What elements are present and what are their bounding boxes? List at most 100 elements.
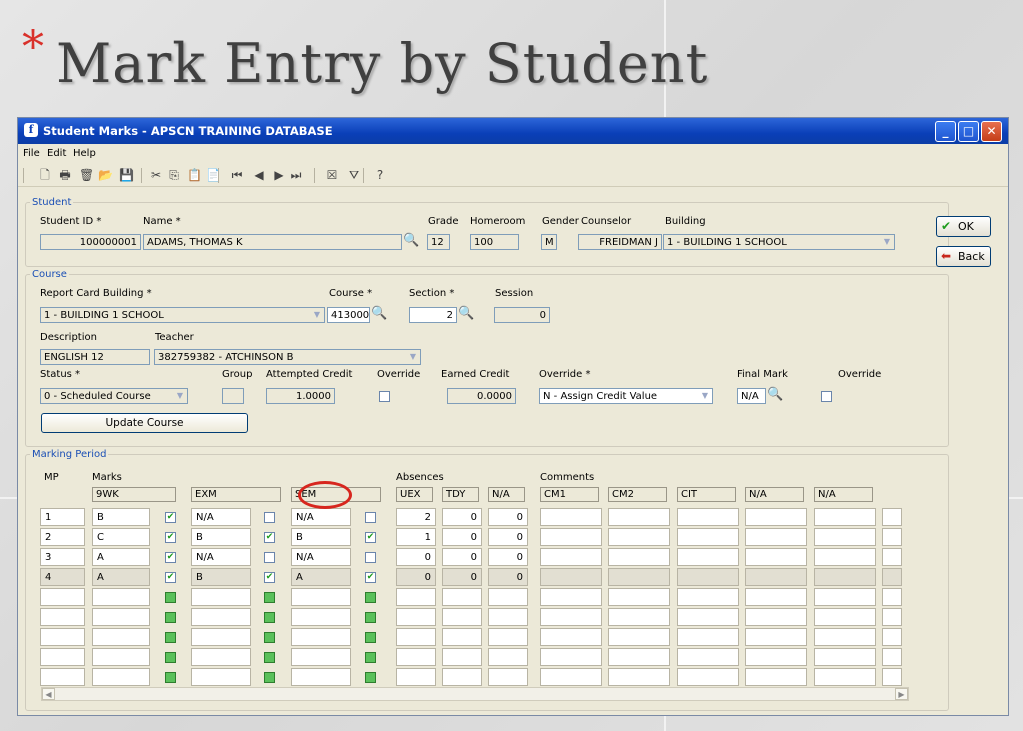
- mp-cell[interactable]: 1: [40, 508, 85, 526]
- mark-post-checkbox[interactable]: ✔: [165, 532, 176, 543]
- gender-field[interactable]: M: [541, 234, 557, 250]
- mark-9wk-cell[interactable]: [92, 668, 150, 686]
- mark-exm-cell[interactable]: [191, 648, 251, 666]
- comment-cell[interactable]: [608, 528, 670, 546]
- comment-cell[interactable]: [608, 628, 670, 646]
- absence-uex-cell[interactable]: 0: [396, 548, 436, 566]
- absence-uex-cell[interactable]: [396, 648, 436, 666]
- comment-cell[interactable]: [745, 548, 807, 566]
- mp-cell[interactable]: [40, 668, 85, 686]
- absence-tdy-cell[interactable]: 0: [442, 568, 482, 586]
- comment-cell[interactable]: [745, 608, 807, 626]
- comment-cell[interactable]: [745, 508, 807, 526]
- mark-post-checkbox[interactable]: [264, 512, 275, 523]
- status-dropdown[interactable]: 0 - Scheduled Course ▼: [40, 388, 188, 404]
- mark-sem-cell[interactable]: A: [291, 568, 351, 586]
- absence-uex-cell[interactable]: 0: [396, 568, 436, 586]
- mark-exm-cell[interactable]: [191, 588, 251, 606]
- mark-exm-cell[interactable]: [191, 668, 251, 686]
- absence-tdy-cell[interactable]: 0: [442, 528, 482, 546]
- comment-header[interactable]: N/A: [814, 487, 873, 502]
- absence-tdy-cell[interactable]: [442, 608, 482, 626]
- mark-9wk-cell[interactable]: C: [92, 528, 150, 546]
- comment-cell[interactable]: [608, 648, 670, 666]
- absence-uex-cell[interactable]: [396, 608, 436, 626]
- mark-sem-cell[interactable]: [291, 668, 351, 686]
- minimize-button[interactable]: _: [935, 121, 956, 142]
- absence-uex-cell[interactable]: [396, 588, 436, 606]
- mark-9wk-cell[interactable]: A: [92, 548, 150, 566]
- save-icon[interactable]: 💾: [119, 168, 134, 182]
- absence-na-cell[interactable]: [488, 668, 528, 686]
- comment-header[interactable]: CIT: [677, 487, 736, 502]
- comment-cell[interactable]: [677, 588, 739, 606]
- absence-na-cell[interactable]: 0: [488, 508, 528, 526]
- mark-post-checkbox[interactable]: ✔: [165, 552, 176, 563]
- comment-cell[interactable]: [540, 508, 602, 526]
- search-icon[interactable]: 🔍: [403, 233, 420, 250]
- mark-post-checkbox[interactable]: [264, 632, 275, 643]
- comment-cell[interactable]: [814, 668, 876, 686]
- mp-cell[interactable]: [40, 608, 85, 626]
- comment-header[interactable]: CM2: [608, 487, 667, 502]
- ok-button[interactable]: ✔ OK: [936, 216, 991, 237]
- absence-tdy-cell[interactable]: [442, 648, 482, 666]
- mark-9wk-cell[interactable]: [92, 608, 150, 626]
- final-mark-field[interactable]: N/A: [737, 388, 766, 404]
- search-icon[interactable]: 🔍: [767, 387, 784, 404]
- last-record-icon[interactable]: ⏭: [289, 168, 303, 182]
- absence-na-cell[interactable]: [488, 628, 528, 646]
- absence-tdy-cell[interactable]: 0: [442, 508, 482, 526]
- mark-post-checkbox[interactable]: [365, 552, 376, 563]
- session-field[interactable]: 0: [494, 307, 550, 323]
- comment-cell[interactable]: [608, 508, 670, 526]
- menu-help[interactable]: Help: [73, 148, 96, 159]
- comment-cell[interactable]: [814, 568, 876, 586]
- mark-post-checkbox[interactable]: ✔: [165, 512, 176, 523]
- mark-post-checkbox[interactable]: [264, 612, 275, 623]
- mark-post-checkbox[interactable]: [264, 592, 275, 603]
- mp-cell[interactable]: [40, 648, 85, 666]
- maximize-button[interactable]: □: [958, 121, 979, 142]
- close-record-icon[interactable]: ☒: [325, 168, 339, 182]
- mark-post-checkbox[interactable]: [165, 632, 176, 643]
- comment-cell[interactable]: [814, 628, 876, 646]
- mp-cell[interactable]: [40, 588, 85, 606]
- mark-9wk-cell[interactable]: A: [92, 568, 150, 586]
- name-field[interactable]: ADAMS, THOMAS K: [143, 234, 402, 250]
- comment-cell[interactable]: [608, 608, 670, 626]
- mark-sem-cell[interactable]: N/A: [291, 508, 351, 526]
- final-override-checkbox[interactable]: [821, 391, 832, 402]
- menu-file[interactable]: File: [23, 148, 40, 159]
- comment-cell[interactable]: [608, 568, 670, 586]
- mark-9wk-cell[interactable]: [92, 648, 150, 666]
- mark-exm-cell[interactable]: B: [191, 568, 251, 586]
- mark-9wk-cell[interactable]: [92, 628, 150, 646]
- cut-icon[interactable]: ✂: [149, 168, 163, 182]
- building-dropdown[interactable]: 1 - BUILDING 1 SCHOOL ▼: [663, 234, 895, 250]
- comment-cell[interactable]: [608, 668, 670, 686]
- comment-cell[interactable]: [677, 668, 739, 686]
- comment-cell[interactable]: [745, 628, 807, 646]
- section-field[interactable]: 2: [409, 307, 457, 323]
- comment-header[interactable]: N/A: [745, 487, 804, 502]
- absence-uex-cell[interactable]: 2: [396, 508, 436, 526]
- absence-na-cell[interactable]: [488, 588, 528, 606]
- comment-cell[interactable]: [608, 548, 670, 566]
- scroll-right-icon[interactable]: ▶: [895, 688, 908, 700]
- comment-cell[interactable]: [540, 568, 602, 586]
- comment-cell[interactable]: [677, 508, 739, 526]
- absence-header[interactable]: TDY: [442, 487, 479, 502]
- group-field[interactable]: [222, 388, 244, 404]
- comment-cell[interactable]: [540, 548, 602, 566]
- mark-post-checkbox[interactable]: [365, 592, 376, 603]
- absence-uex-cell[interactable]: 1: [396, 528, 436, 546]
- help-icon[interactable]: ?: [373, 168, 387, 182]
- mp-cell[interactable]: 2: [40, 528, 85, 546]
- absence-uex-cell[interactable]: [396, 668, 436, 686]
- mark-sem-cell[interactable]: [291, 588, 351, 606]
- scroll-left-icon[interactable]: ◀: [42, 688, 55, 700]
- mark-exm-cell[interactable]: N/A: [191, 548, 251, 566]
- absence-na-cell[interactable]: 0: [488, 528, 528, 546]
- description-field[interactable]: ENGLISH 12: [40, 349, 150, 365]
